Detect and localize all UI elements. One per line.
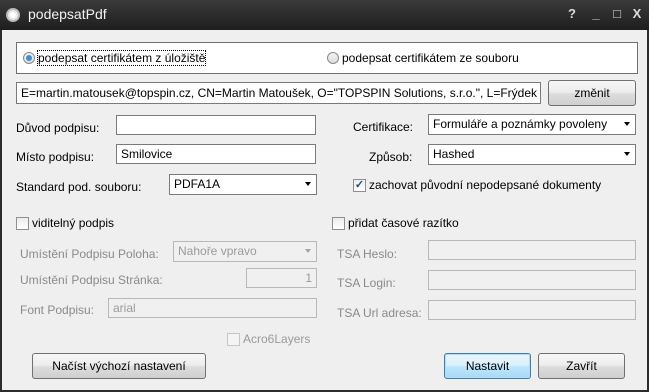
font-input[interactable]: arial <box>108 298 317 318</box>
window-title: podepsatPdf <box>28 6 107 22</box>
font-label: Font Podpisu: <box>20 303 95 317</box>
radio-store[interactable]: podepsat certifikátem z úložiště <box>23 50 207 66</box>
place-label: Místo podpisu: <box>16 150 95 164</box>
tsa-url-input[interactable] <box>428 300 636 320</box>
position-label: Umístění Podpisu Poloha: <box>20 247 159 261</box>
standard-label: Standard pod. souboru: <box>16 180 142 194</box>
reason-label: Důvod podpisu: <box>16 121 100 135</box>
visible-signature-checkbox[interactable]: viditelný podpis <box>16 216 114 230</box>
radio-file-label: podepsat certifikátem ze souboru <box>342 51 519 65</box>
chevron-down-icon <box>305 249 311 253</box>
close-button[interactable]: Zavřít <box>538 353 625 379</box>
place-input[interactable]: Smilovice <box>116 144 316 164</box>
keep-original-label: zachovat původní nepodepsané dokumenty <box>369 178 602 192</box>
timestamp-checkbox[interactable]: přidat časové razítko <box>332 216 459 230</box>
radio-file-indicator[interactable] <box>327 52 339 64</box>
certificate-source-group: podepsat certifikátem z úložiště podepsa… <box>16 42 638 74</box>
tsa-password-input[interactable] <box>428 240 636 260</box>
certification-select-value: Formuláře a poznámky povoleny <box>433 117 608 131</box>
method-select[interactable]: Hashed <box>428 144 636 165</box>
tsa-password-label: TSA Heslo: <box>337 247 398 261</box>
change-certificate-button[interactable]: změnit <box>548 80 636 106</box>
close-window-button[interactable]: X <box>629 6 645 22</box>
chevron-down-icon <box>305 182 311 186</box>
page-label: Umístění Podpisu Stránka: <box>20 273 163 287</box>
radio-file[interactable]: podepsat certifikátem ze souboru <box>327 51 519 65</box>
help-button[interactable]: ? <box>564 6 580 22</box>
radio-store-label: podepsat certifikátem z úložiště <box>36 50 207 66</box>
tsa-login-label: TSA Login: <box>337 276 396 290</box>
minimize-button[interactable]: _ <box>588 6 604 22</box>
acro6-checkbox[interactable]: Acro6Layers <box>227 332 310 346</box>
check-icon[interactable]: ✓ <box>353 178 366 192</box>
maximize-button[interactable]: □ <box>609 6 625 22</box>
radio-store-indicator[interactable] <box>23 52 35 64</box>
tsa-url-label: TSA Url adresa: <box>337 306 422 320</box>
checkbox-indicator[interactable] <box>227 332 240 346</box>
timestamp-label: přidat časové razítko <box>348 216 459 230</box>
certification-select[interactable]: Formuláře a poznámky povoleny <box>428 114 636 135</box>
standard-select[interactable]: PDFA1A <box>169 174 317 195</box>
chevron-down-icon <box>624 122 630 126</box>
dialog-client: podepsat certifikátem z úložiště podepsa… <box>2 30 647 390</box>
standard-select-value: PDFA1A <box>174 177 221 191</box>
reason-input[interactable] <box>116 115 316 135</box>
method-label: Způsob: <box>369 150 413 164</box>
certification-label: Certifikace: <box>353 120 414 134</box>
certificate-subject-field[interactable]: E=martin.matousek@topspin.cz, CN=Martin … <box>16 82 541 104</box>
position-select[interactable]: Nahoře vpravo <box>173 241 317 262</box>
page-input[interactable]: 1 <box>246 268 317 288</box>
visible-signature-label: viditelný podpis <box>32 216 115 230</box>
acro6-label: Acro6Layers <box>243 332 311 346</box>
chevron-down-icon <box>624 152 630 156</box>
load-defaults-button[interactable]: Načíst výchozí nastavení <box>32 353 206 379</box>
checkbox-indicator[interactable] <box>16 216 29 230</box>
apply-button[interactable]: Nastavit <box>444 353 531 379</box>
position-select-value: Nahoře vpravo <box>178 244 257 258</box>
checkbox-indicator[interactable] <box>332 216 345 230</box>
keep-original-checkbox[interactable]: ✓ zachovat původní nepodepsané dokumenty <box>353 178 601 192</box>
tsa-login-input[interactable] <box>428 270 636 290</box>
title-bar[interactable]: podepsatPdf ? _ □ X <box>0 0 649 30</box>
method-select-value: Hashed <box>433 147 475 161</box>
app-icon <box>6 8 20 22</box>
